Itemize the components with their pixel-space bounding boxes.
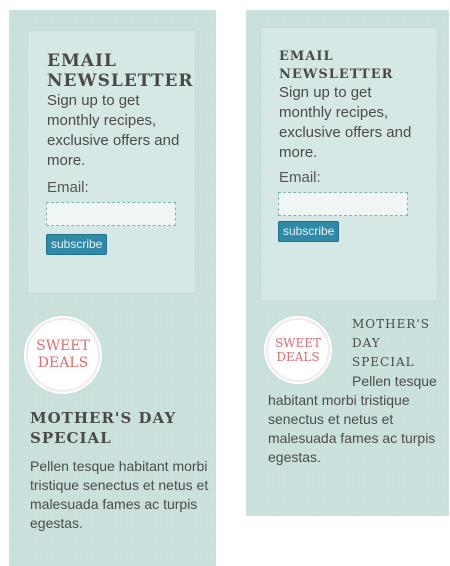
newsletter-box: EMAIL NEWSLETTER Sign up to get monthly … xyxy=(261,28,437,300)
newsletter-description: Sign up to get monthly recipes, exclusiv… xyxy=(279,84,412,162)
deal-description: Pellen tesque habitant morbi tristique s… xyxy=(30,458,209,531)
deal-title: MOTHER'S DAY SPECIAL xyxy=(30,409,177,447)
newsletter-title-line1: EMAIL xyxy=(279,49,334,64)
badge-float-spacer xyxy=(268,315,352,389)
email-input[interactable] xyxy=(46,202,176,227)
newsletter-title-line2: NEWSLETTER xyxy=(47,70,194,91)
newsletter-box: EMAIL NEWSLETTER Sign up to get monthly … xyxy=(28,31,195,293)
badge-line1: SWEET xyxy=(36,338,90,355)
badge-line2: DEALS xyxy=(37,355,89,371)
sidebar-right-variant: EMAIL NEWSLETTER Sign up to get monthly … xyxy=(246,10,449,516)
subscribe-button[interactable]: subscribe xyxy=(278,221,340,243)
newsletter-description: Sign up to get monthly recipes, exclusiv… xyxy=(47,92,180,170)
sweet-deals-badge: SWEET DEALS xyxy=(26,318,100,392)
newsletter-title: EMAIL NEWSLETTER xyxy=(261,28,437,83)
email-label: Email: xyxy=(279,169,321,187)
newsletter-title-line2: NEWSLETTER xyxy=(279,66,394,82)
sidebar-left-variant: EMAIL NEWSLETTER Sign up to get monthly … xyxy=(9,10,216,566)
newsletter-title-line1: EMAIL xyxy=(47,51,117,71)
deal-block-wrapped: MOTHER'S DAY SPECIAL Pellen tesque habit… xyxy=(268,315,446,467)
newsletter-title: EMAIL NEWSLETTER xyxy=(28,31,195,91)
subscribe-button[interactable]: subscribe xyxy=(46,234,108,256)
email-input[interactable] xyxy=(278,192,408,217)
email-label: Email: xyxy=(47,179,89,197)
